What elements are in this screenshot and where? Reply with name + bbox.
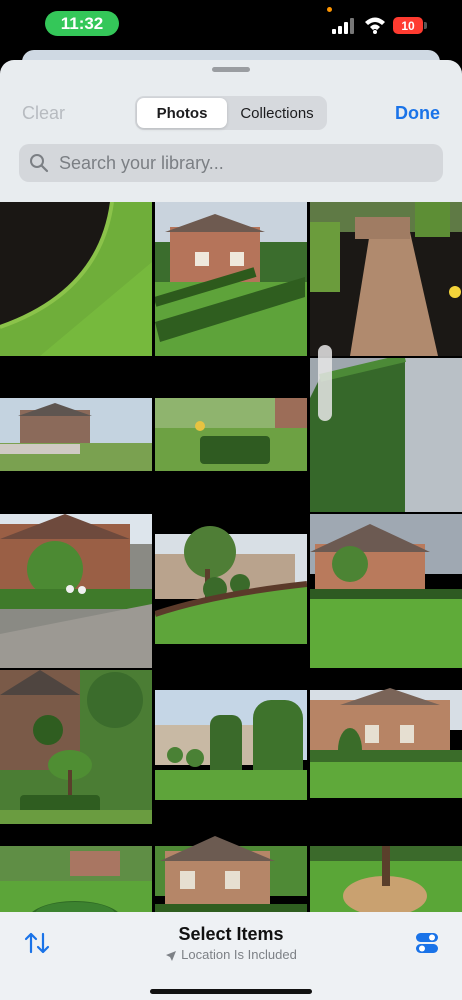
photo-thumbnail[interactable] (0, 670, 152, 824)
privacy-indicator (327, 7, 332, 12)
photo-thumbnail[interactable] (155, 202, 307, 356)
photo-thumbnail[interactable] (0, 514, 152, 668)
cellular-signal-icon (332, 18, 354, 34)
done-button[interactable]: Done (395, 103, 440, 124)
photo-grid (0, 202, 462, 912)
photo-thumbnail[interactable] (0, 826, 152, 912)
select-items-title: Select Items (178, 924, 284, 944)
location-arrow-icon (166, 950, 177, 961)
photo-thumbnail[interactable] (0, 358, 152, 512)
photo-thumbnail[interactable] (310, 670, 462, 824)
photo-thumbnail[interactable] (155, 826, 307, 912)
photo-thumbnail[interactable] (155, 514, 307, 668)
photo-thumbnail[interactable] (310, 358, 462, 512)
photo-thumbnail[interactable] (310, 202, 462, 356)
search-input[interactable] (59, 144, 429, 182)
location-status[interactable]: Location Is Included (0, 947, 462, 962)
sheet-grabber[interactable] (212, 67, 250, 72)
tab-collections[interactable]: Collections (229, 98, 325, 128)
battery-cap (424, 22, 427, 29)
status-time[interactable]: 11:32 (45, 11, 119, 36)
tab-photos[interactable]: Photos (137, 98, 227, 128)
search-icon (30, 154, 49, 173)
library-segmented-control: Photos Collections (135, 96, 327, 130)
search-bar[interactable] (19, 144, 443, 182)
photo-thumbnail[interactable] (155, 358, 307, 512)
location-text: Location Is Included (181, 947, 297, 962)
photo-thumbnail[interactable] (155, 670, 307, 824)
photo-thumbnail[interactable] (0, 202, 152, 356)
bottom-toolbar: Select Items Location Is Included (0, 912, 462, 1000)
photo-thumbnail[interactable] (310, 514, 462, 668)
picker-header: Clear Photos Collections Done (0, 60, 462, 202)
battery-indicator: 10 (393, 17, 423, 34)
status-bar: 11:32 10 (0, 0, 462, 48)
photo-thumbnail[interactable] (310, 826, 462, 912)
clear-button[interactable]: Clear (22, 103, 65, 124)
wifi-icon (365, 17, 385, 34)
home-indicator (150, 989, 312, 994)
options-toggle-icon[interactable] (414, 930, 440, 956)
scroll-scrubber[interactable] (318, 345, 332, 421)
